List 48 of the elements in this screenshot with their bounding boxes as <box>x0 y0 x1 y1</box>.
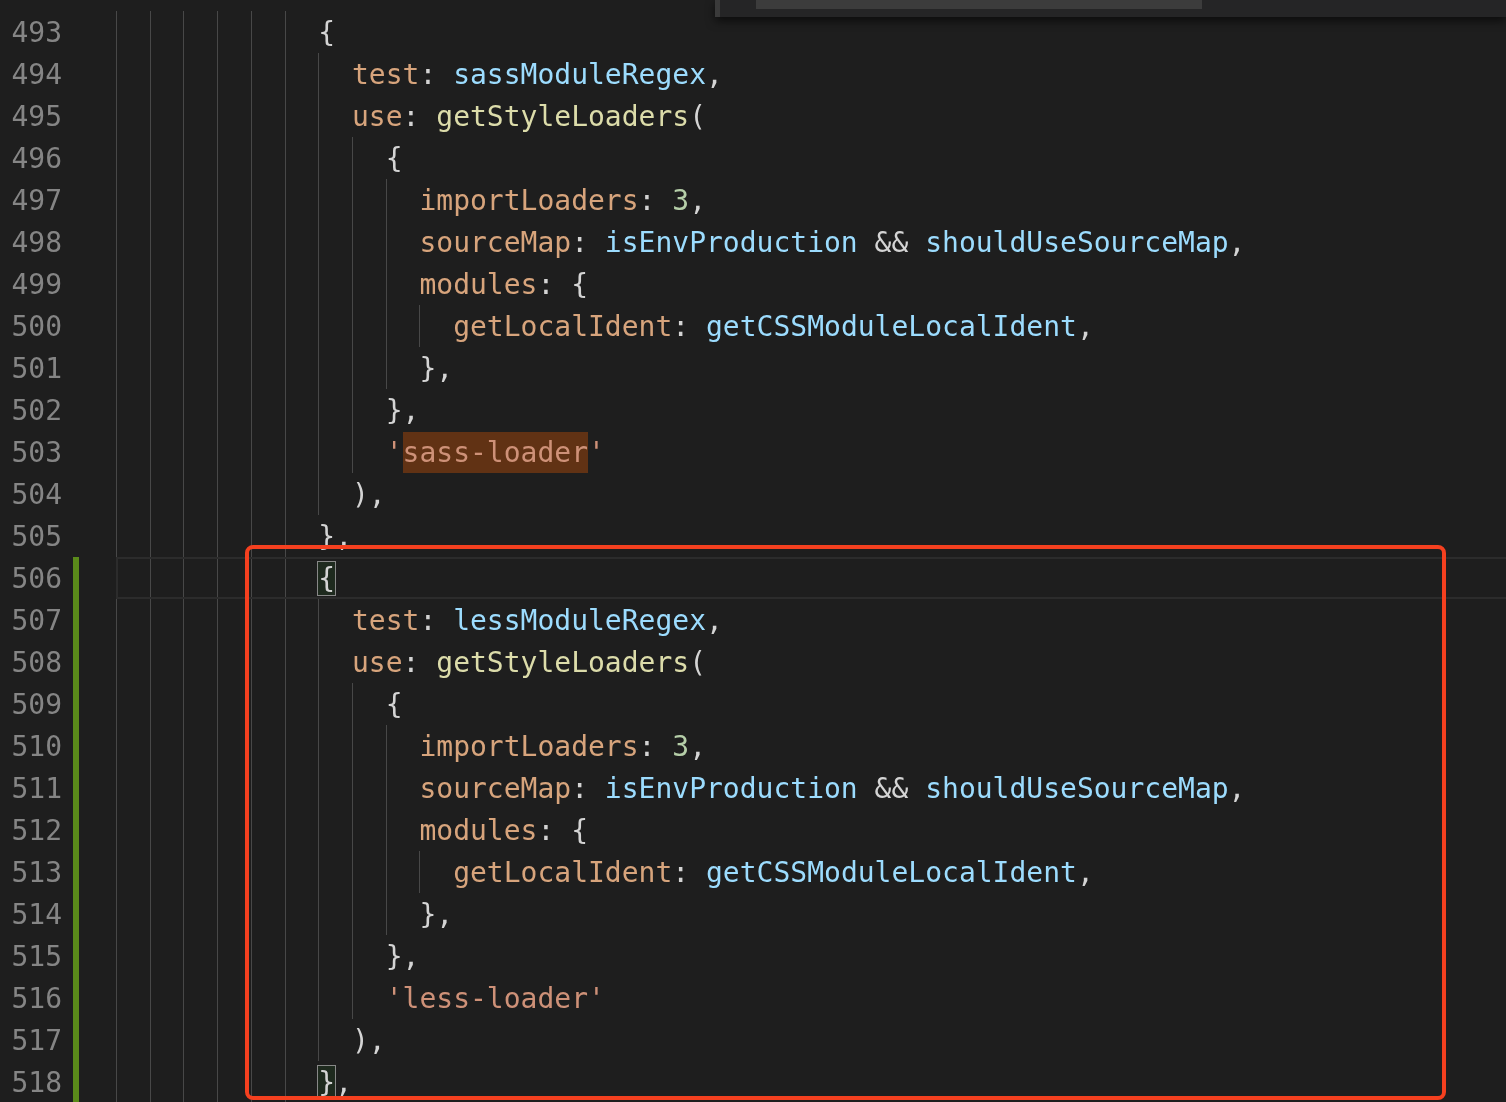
code-line: }, <box>419 897 454 931</box>
line-number: 513 <box>10 855 62 889</box>
line-number: 516 <box>10 981 62 1015</box>
line-number: 498 <box>10 225 62 259</box>
line-number: 500 <box>10 309 62 343</box>
code-line: ), <box>352 1023 386 1057</box>
line-number: 517 <box>10 1023 62 1057</box>
line-number: 495 <box>10 99 62 133</box>
code-line: importLoaders: 3, <box>419 183 706 217</box>
line-number: 515 <box>10 939 62 973</box>
line-number: 494 <box>10 57 62 91</box>
line-number: 506 <box>10 561 62 595</box>
code-line: use: getStyleLoaders( <box>352 645 707 679</box>
code-line: getLocalIdent: getCSSModuleLocalIdent, <box>453 309 1094 343</box>
code-line: use: getStyleLoaders( <box>352 99 707 133</box>
line-number: 496 <box>10 141 62 175</box>
code-line: test: lessModuleRegex, <box>352 603 723 637</box>
code-line: importLoaders: 3, <box>419 729 706 763</box>
line-number: 503 <box>10 435 62 469</box>
line-number: 504 <box>10 477 62 511</box>
line-number: 505 <box>10 519 62 553</box>
line-number: 511 <box>10 771 62 805</box>
code-line: test: sassModuleRegex, <box>352 57 723 91</box>
code-line: { <box>385 687 403 721</box>
code-line: modules: { <box>419 267 588 301</box>
line-number: 502 <box>10 393 62 427</box>
line-number: 508 <box>10 645 62 679</box>
code-line: modules: { <box>419 813 588 847</box>
code-line: getLocalIdent: getCSSModuleLocalIdent, <box>453 855 1094 889</box>
line-number: 509 <box>10 687 62 721</box>
code-line: }, <box>419 351 454 385</box>
code-line: { <box>318 15 336 49</box>
code-line: 'less-loader' <box>385 981 605 1015</box>
code-line: ), <box>352 477 386 511</box>
code-line: }, <box>385 939 420 973</box>
line-number: 510 <box>10 729 62 763</box>
line-number: 499 <box>10 267 62 301</box>
line-number: 501 <box>10 351 62 385</box>
code-line: sourceMap: isEnvProduction && shouldUseSourceMap, <box>419 225 1246 259</box>
line-number: 514 <box>10 897 62 931</box>
line-number: 497 <box>10 183 62 217</box>
line-number: 518 <box>10 1065 62 1099</box>
code-line: { <box>385 141 403 175</box>
line-number: 512 <box>10 813 62 847</box>
code-line: }, <box>385 393 420 427</box>
code-line: sourceMap: isEnvProduction && shouldUseSourceMap, <box>419 771 1246 805</box>
line-number: 493 <box>10 15 62 49</box>
line-number: 507 <box>10 603 62 637</box>
